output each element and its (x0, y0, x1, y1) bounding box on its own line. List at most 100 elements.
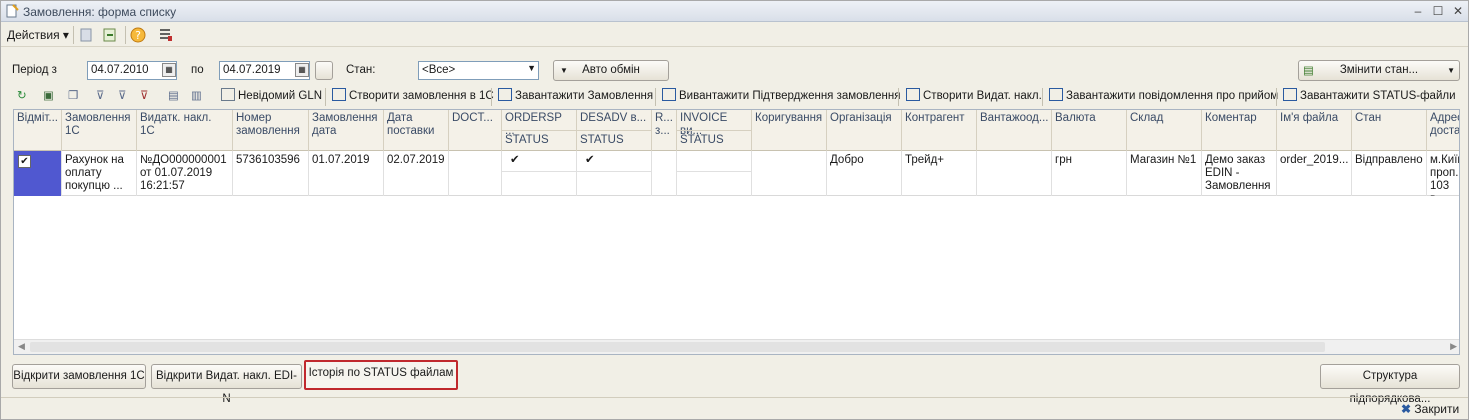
app-icon (6, 4, 19, 18)
col-state[interactable]: Стан (1352, 110, 1427, 151)
load-orders-button[interactable]: Завантажити Замовлення (498, 88, 653, 102)
col-organization[interactable]: Організація (827, 110, 902, 151)
close-button[interactable]: ✖ Закрити (1401, 402, 1459, 416)
create-order-icon (332, 88, 346, 101)
chevron-down-icon: ▼ (527, 63, 536, 73)
state-label: Стан: (346, 64, 376, 76)
copy-icon[interactable]: ❐ (68, 88, 78, 102)
title-bar: Замовлення: форма списку – ☐ ✕ (1, 1, 1468, 22)
check-icon: ✔ (585, 154, 595, 166)
col-address[interactable]: Адрес доста... (1427, 110, 1459, 151)
caret-down-icon: ▼ (560, 66, 568, 75)
edit-icon[interactable] (78, 26, 96, 44)
col-consignee[interactable]: Вантажоод... (977, 110, 1052, 151)
create-order-label: Створити замовлення в 1С (349, 90, 494, 102)
col-delivery-date[interactable]: Дата поставки (384, 110, 449, 151)
r-cell (652, 151, 677, 196)
status-history-button[interactable]: Історія по STATUS файлам (304, 360, 458, 390)
ordersp-status: STATUS (502, 130, 576, 150)
col-invoice[interactable]: INVOICE ви... STATUS (677, 110, 752, 151)
change-state-label: Змінити стан... (1339, 64, 1419, 76)
auto-exchange-button[interactable]: ▼ Авто обмін (553, 60, 669, 81)
col-warehouse[interactable]: Склад (1127, 110, 1202, 151)
table-row[interactable]: ✔ Рахунок на оплату покупцю ... №ДО00000… (14, 151, 1460, 196)
orders-table[interactable]: Відміт... Замовлення 1С Видатк. накл. 1С… (13, 109, 1460, 355)
load-orders-icon (498, 88, 512, 101)
list-settings-icon[interactable] (156, 26, 174, 44)
date-to-value: 04.07.2019 (223, 64, 281, 76)
divider (325, 88, 326, 106)
divider (73, 26, 74, 44)
col-doc[interactable]: DOCT... (449, 110, 502, 151)
col-filename[interactable]: Ім'я файла (1277, 110, 1352, 151)
upload-confirmation-button[interactable]: Вивантажити Підтвердження замовлення (662, 88, 900, 102)
load-receipt-label: Завантажити повідомлення про прийом (1066, 90, 1279, 102)
close-window-button[interactable]: ✕ (1449, 3, 1467, 19)
filter-icon[interactable]: ⊽ (118, 88, 126, 102)
minimize-button[interactable]: – (1409, 3, 1427, 19)
col-mark[interactable]: Відміт... (14, 110, 62, 151)
change-state-button[interactable]: ▤ Змінити стан... ▼ (1298, 60, 1460, 81)
open-order-button[interactable]: Відкрити замовлення 1С (12, 364, 146, 389)
actions-menu[interactable]: Действия ▾ (7, 28, 69, 42)
col-correction[interactable]: Коригування (752, 110, 827, 151)
print-icon[interactable]: ▥ (191, 88, 202, 102)
unknown-gln-button[interactable]: Невідомий GLN (221, 88, 322, 102)
create-order-button[interactable]: Створити замовлення в 1С (332, 88, 494, 102)
col-comment[interactable]: Коментар (1202, 110, 1277, 151)
contractor-cell: Трейд+ (902, 151, 977, 196)
main-window: Замовлення: форма списку – ☐ ✕ Действия … (0, 0, 1469, 420)
create-invoice-button[interactable]: Створити Видат. накл. (906, 88, 1042, 102)
structure-button[interactable]: Структура підпорядкова... (1320, 364, 1460, 405)
col-currency[interactable]: Валюта (1052, 110, 1127, 151)
col-order-number[interactable]: Номер замовлення (233, 110, 309, 151)
hierarchy-icon[interactable]: ▤ (168, 88, 179, 102)
col-order-1c[interactable]: Замовлення 1С (62, 110, 137, 151)
refresh-icon[interactable]: ↻ (17, 88, 27, 102)
state-select[interactable]: <Все> ▼ (418, 61, 539, 80)
load-receipt-icon (1049, 88, 1063, 101)
status-bar: ✖ Закрити (1, 397, 1468, 419)
window-title: Замовлення: форма списку (23, 5, 177, 19)
scroll-track[interactable] (30, 342, 1325, 352)
divider (898, 88, 899, 106)
address-cell: м.Київ, проп.l 103 в (1430, 154, 1460, 196)
row-checkbox[interactable]: ✔ (18, 155, 31, 168)
filename-cell: order_2019... (1277, 151, 1352, 196)
col-contractor[interactable]: Контрагент (902, 110, 977, 151)
open-invoice-button[interactable]: Відкрити Видат. накл. EDI-N (151, 364, 302, 405)
col-ordersp[interactable]: ORDERSP ... STATUS (502, 110, 577, 151)
help-icon[interactable]: ? (129, 26, 147, 44)
scroll-left-icon[interactable]: ◀ (18, 341, 25, 352)
period-label: Період з (12, 64, 57, 76)
upload-confirmation-label: Вивантажити Підтвердження замовлення (679, 90, 901, 102)
divider (125, 26, 126, 44)
divider (491, 88, 492, 106)
create-invoice-icon (906, 88, 920, 101)
order-1c-cell: Рахунок на оплату покупцю ... (62, 151, 137, 196)
horizontal-scrollbar[interactable]: ◀ ▶ (14, 339, 1459, 354)
ordersp-cell: ✔ (502, 151, 577, 196)
filter-settings-icon[interactable]: ⊽ (96, 88, 104, 102)
col-order-date[interactable]: Замовлення дата (309, 110, 384, 151)
col-r[interactable]: R... з... (652, 110, 677, 151)
scroll-right-icon[interactable]: ▶ (1450, 341, 1457, 352)
load-receipt-button[interactable]: Завантажити повідомлення про прийом (1049, 88, 1278, 102)
calendar-icon[interactable]: ▦ (295, 63, 309, 77)
mark-cell[interactable]: ✔ (14, 151, 62, 196)
load-status-button[interactable]: Завантажити STATUS-файли (1283, 88, 1456, 102)
desadv-label: DESADV в... (580, 112, 647, 124)
maximize-button[interactable]: ☐ (1429, 3, 1447, 19)
export-icon[interactable] (101, 26, 119, 44)
close-icon: ✖ (1401, 402, 1412, 416)
period-select-button[interactable] (315, 61, 333, 80)
col-invoice-1c[interactable]: Видатк. накл. 1С (137, 110, 233, 151)
order-number-cell: 5736103596 (233, 151, 309, 196)
chevron-down-icon: ▼ (1447, 66, 1455, 75)
comment-cell: Демо заказ EDIN - Замовлення (1202, 151, 1277, 196)
calendar-icon[interactable]: ▦ (162, 63, 176, 77)
col-desadv[interactable]: DESADV в... STATUS (577, 110, 652, 151)
add-icon[interactable]: ▣ (43, 88, 54, 102)
clear-filter-icon[interactable]: ⊽ (140, 88, 148, 102)
currency-cell: грн (1052, 151, 1127, 196)
